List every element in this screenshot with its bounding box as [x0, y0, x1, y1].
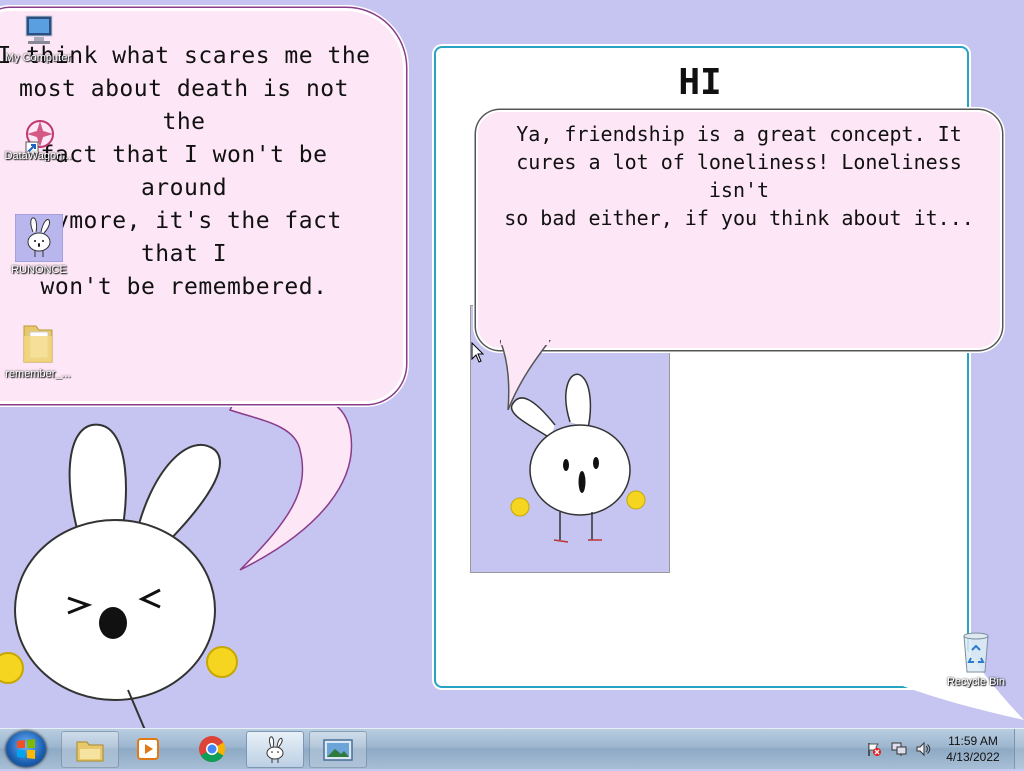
network-icon[interactable]: [891, 741, 907, 757]
taskbar-media-player[interactable]: [120, 731, 176, 766]
media-player-icon: [137, 737, 159, 760]
computer-icon: [25, 15, 53, 44]
explorer-icon: [76, 741, 104, 761]
recycle-bin-icon: [963, 632, 989, 673]
volume-icon[interactable]: [915, 741, 931, 757]
show-desktop-button[interactable]: [1014, 729, 1024, 769]
right-bubble-text: Ya, friendship is a great concept. It cu…: [486, 120, 992, 232]
right-bubble-line: Ya, friendship is a great concept. It: [516, 122, 962, 146]
mouse-cursor-icon: [471, 342, 485, 363]
folder-icon: [23, 325, 53, 363]
desktop-icon-label: remember_...: [5, 368, 71, 380]
taskbar-photo-viewer[interactable]: [309, 731, 367, 768]
taskbar-chrome[interactable]: [184, 731, 240, 766]
desktop-icon-runonce[interactable]: RUNONCE: [1, 214, 77, 276]
desktop-icon-label: Recycle Bin: [946, 676, 1006, 688]
desktop-icon-label: DataWagon...: [4, 150, 72, 162]
desktop-icon-label: RUNONCE: [11, 264, 67, 276]
desktop-icon-recycle-bin[interactable]: Recycle Bin: [938, 630, 1014, 688]
big-bunny-character: [0, 423, 238, 728]
desktop-icon-remember[interactable]: remember_...: [0, 318, 76, 380]
right-bubble-line: cures a lot of loneliness! Loneliness is…: [516, 150, 962, 202]
clock-date: 4/13/2022: [946, 750, 1000, 764]
windows-logo-icon: [17, 739, 35, 759]
desktop-icon-datawagon[interactable]: DataWagon...: [0, 110, 76, 162]
system-clock[interactable]: 11:59 AM 4/13/2022: [934, 733, 1012, 765]
bunny-app-icon: [15, 214, 63, 262]
clock-time: 11:59 AM: [948, 734, 998, 748]
right-bubble-line: so bad either, if you think about it...: [504, 206, 974, 230]
taskbar-explorer[interactable]: [61, 731, 119, 768]
desktop-icon-label: My Computer: [4, 52, 72, 64]
bunny-app-icon: [266, 735, 284, 763]
photo-viewer-icon: [323, 738, 353, 761]
panel-title: HI: [678, 62, 722, 103]
chrome-icon: [199, 735, 226, 762]
right-bubble-tail: [500, 340, 551, 410]
taskbar-bunny-app[interactable]: [246, 731, 304, 768]
desktop-icon-my-computer[interactable]: My Computer: [0, 10, 76, 64]
start-button[interactable]: [6, 731, 46, 767]
desktop: I think what scares me the most about de…: [0, 0, 1024, 728]
action-center-flag-icon[interactable]: [866, 741, 882, 757]
taskbar: 11:59 AM 4/13/2022: [0, 728, 1024, 769]
